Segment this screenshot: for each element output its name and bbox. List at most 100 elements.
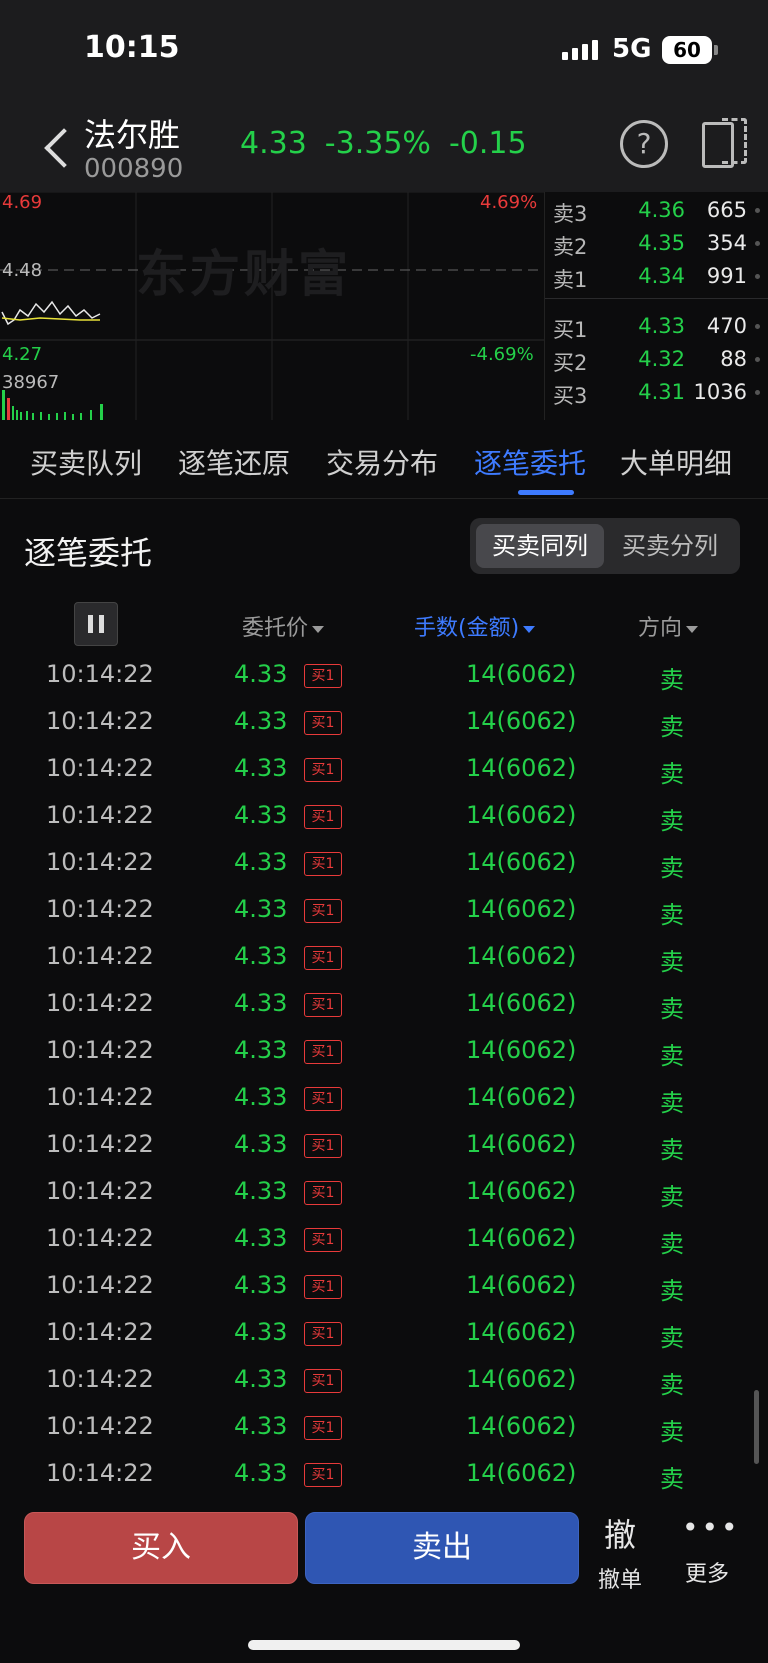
chart-grid bbox=[0, 192, 544, 420]
queue-badge: 买1 bbox=[304, 852, 342, 876]
col-price[interactable]: 委托价 bbox=[242, 610, 325, 642]
detail-tabs: 买卖队列 逐笔还原 交易分布 逐笔委托 大单明细 bbox=[0, 420, 768, 499]
order-price: 4.33 bbox=[234, 895, 288, 923]
list-item[interactable]: 10:14:22 4.33 买1 14(6062) 卖 bbox=[0, 1028, 768, 1075]
caret-down-icon bbox=[523, 625, 536, 633]
intraday-chart[interactable]: 东方财富 4.69 4.69% 4.48 4.27 -4.69% 38967 bbox=[0, 192, 544, 420]
bid-row[interactable]: 买1 4.33 470 bbox=[545, 310, 768, 342]
bid-price: 4.33 bbox=[638, 314, 685, 338]
list-item[interactable]: 10:14:22 4.33 买1 14(6062) 卖 bbox=[0, 840, 768, 887]
list-item[interactable]: 10:14:22 4.33 买1 14(6062) 卖 bbox=[0, 699, 768, 746]
queue-badge: 买1 bbox=[304, 1416, 342, 1440]
switch-layout-icon[interactable] bbox=[702, 118, 747, 168]
back-button[interactable] bbox=[20, 114, 84, 174]
cancel-label: 撤单 bbox=[597, 1568, 642, 1593]
order-price: 4.33 bbox=[234, 754, 288, 782]
list-item[interactable]: 10:14:22 4.33 买1 14(6062) 卖 bbox=[0, 887, 768, 934]
list-item[interactable]: 10:14:22 4.33 买1 14(6062) 卖 bbox=[0, 981, 768, 1028]
sell-button[interactable]: 卖出 bbox=[305, 1512, 579, 1584]
order-price: 4.33 bbox=[234, 848, 288, 876]
bid-price: 4.31 bbox=[638, 380, 685, 404]
list-item[interactable]: 10:14:22 4.33 买1 14(6062) 卖 bbox=[0, 1310, 768, 1357]
list-item[interactable]: 10:14:22 4.33 买1 14(6062) 卖 bbox=[0, 1404, 768, 1451]
order-price: 4.33 bbox=[234, 942, 288, 970]
list-item[interactable]: 10:14:22 4.33 买1 14(6062) 卖 bbox=[0, 934, 768, 981]
list-item[interactable]: 10:14:22 4.33 买1 14(6062) 卖 bbox=[0, 1075, 768, 1122]
order-direction: 卖 bbox=[660, 666, 684, 694]
scrollbar[interactable] bbox=[754, 1390, 759, 1464]
order-direction: 卖 bbox=[660, 760, 684, 788]
tab-bid-ask-queue[interactable]: 买卖队列 bbox=[30, 442, 142, 482]
order-qty: 14(6062) bbox=[466, 1177, 577, 1205]
chevron-left-icon bbox=[44, 128, 84, 168]
cancel-order-button[interactable]: 撤 撤单 bbox=[596, 1510, 644, 1594]
ask-price: 4.35 bbox=[638, 231, 685, 255]
home-indicator[interactable] bbox=[248, 1640, 520, 1650]
order-direction: 卖 bbox=[660, 713, 684, 741]
dot-icon bbox=[755, 274, 760, 279]
tab-indicator bbox=[518, 490, 574, 495]
tab-trade-distribution[interactable]: 交易分布 bbox=[326, 442, 438, 482]
cancel-icon: 撤 bbox=[603, 1516, 636, 1554]
help-icon[interactable]: ? bbox=[620, 120, 668, 168]
battery-tip bbox=[714, 45, 718, 55]
bid-row[interactable]: 买2 4.32 88 bbox=[545, 343, 768, 375]
list-item[interactable]: 10:14:22 4.33 买1 14(6062) 卖 bbox=[0, 1263, 768, 1310]
list-item[interactable]: 10:14:22 4.33 买1 14(6062) 卖 bbox=[0, 1451, 768, 1498]
order-qty: 14(6062) bbox=[466, 848, 577, 876]
bid-row[interactable]: 买3 4.31 1036 bbox=[545, 376, 768, 408]
order-time: 10:14:22 bbox=[46, 707, 154, 735]
ask-row[interactable]: 卖2 4.35 354 bbox=[545, 227, 768, 259]
order-time: 10:14:22 bbox=[46, 1365, 154, 1393]
watermark: 东方财富 bbox=[136, 245, 352, 303]
tab-tick-orders[interactable]: 逐笔委托 bbox=[474, 442, 586, 482]
last-price: 4.33 bbox=[240, 126, 307, 161]
order-qty: 14(6062) bbox=[466, 754, 577, 782]
ask-row[interactable]: 卖1 4.34 991 bbox=[545, 260, 768, 292]
order-price: 4.33 bbox=[234, 1412, 288, 1440]
queue-badge: 买1 bbox=[304, 1322, 342, 1346]
bid-volume: 1036 bbox=[693, 380, 747, 404]
list-item[interactable]: 10:14:22 4.33 买1 14(6062) 卖 bbox=[0, 1216, 768, 1263]
status-bar: 10:15 5G 60 bbox=[0, 0, 768, 100]
order-time: 10:14:22 bbox=[46, 1271, 154, 1299]
chart-low-pct: -4.69% bbox=[470, 344, 534, 365]
order-book: 卖3 4.36 665 卖2 4.35 354 卖1 4.34 991 买1 4… bbox=[544, 192, 768, 420]
list-item[interactable]: 10:14:22 4.33 买1 14(6062) 卖 bbox=[0, 1357, 768, 1404]
tab-large-orders[interactable]: 大单明细 bbox=[620, 442, 732, 482]
list-item[interactable]: 10:14:22 4.33 买1 14(6062) 卖 bbox=[0, 1169, 768, 1216]
list-item[interactable]: 10:14:22 4.33 买1 14(6062) 卖 bbox=[0, 746, 768, 793]
segment-split-column[interactable]: 买卖分列 bbox=[606, 524, 734, 568]
list-item[interactable]: 10:14:22 4.33 买1 14(6062) 卖 bbox=[0, 793, 768, 840]
col-qty[interactable]: 手数(金额) bbox=[414, 610, 536, 642]
order-direction: 卖 bbox=[660, 1324, 684, 1352]
order-time: 10:14:22 bbox=[46, 1318, 154, 1346]
dot-icon bbox=[755, 390, 760, 395]
order-direction: 卖 bbox=[660, 995, 684, 1023]
order-time: 10:14:22 bbox=[46, 801, 154, 829]
order-list[interactable]: 10:14:22 4.33 买1 14(6062) 卖 10:14:22 4.33 买1 14(… bbox=[0, 652, 768, 1504]
chart-low: 4.27 bbox=[2, 344, 43, 365]
order-price: 4.33 bbox=[234, 1365, 288, 1393]
ask-label: 卖2 bbox=[553, 235, 588, 259]
bottom-bar: 买入 卖出 撤 撤单 ••• 更多 bbox=[0, 1500, 768, 1663]
dot-icon bbox=[755, 357, 760, 362]
order-time: 10:14:22 bbox=[46, 942, 154, 970]
list-item[interactable]: 10:14:22 4.33 买1 14(6062) 卖 bbox=[0, 1122, 768, 1169]
order-time: 10:14:22 bbox=[46, 660, 154, 688]
chart-volume: 38967 bbox=[2, 372, 60, 393]
more-button[interactable]: ••• 更多 bbox=[682, 1514, 738, 1588]
ask-row[interactable]: 卖3 4.36 665 bbox=[545, 194, 768, 226]
change-percent: -3.35% bbox=[324, 126, 431, 161]
order-price: 4.33 bbox=[234, 801, 288, 829]
dot-icon bbox=[755, 241, 760, 246]
order-direction: 卖 bbox=[660, 1465, 684, 1493]
order-time: 10:14:22 bbox=[46, 754, 154, 782]
col-direction[interactable]: 方向 bbox=[638, 610, 699, 642]
list-item[interactable]: 10:14:22 4.33 买1 14(6062) 卖 bbox=[0, 652, 768, 699]
buy-button[interactable]: 买入 bbox=[24, 1512, 298, 1584]
segment-same-column[interactable]: 买卖同列 bbox=[476, 524, 604, 568]
stock-code: 000890 bbox=[84, 154, 184, 184]
pause-button[interactable] bbox=[74, 602, 118, 646]
tab-tick-restore[interactable]: 逐笔还原 bbox=[178, 442, 290, 482]
